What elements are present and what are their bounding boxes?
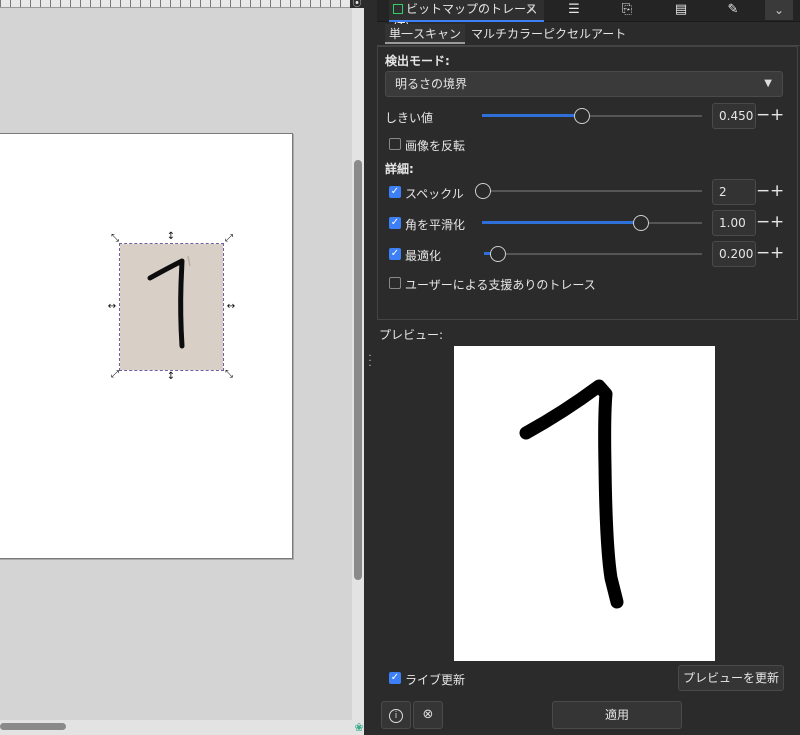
align-distribute-icon[interactable]: ☰ xyxy=(566,2,582,18)
reset-button[interactable]: ⊗ xyxy=(413,701,443,729)
smooth-corners-slider[interactable] xyxy=(482,215,702,231)
threshold-label: しきい値 xyxy=(385,111,434,125)
live-update-label: ライブ更新 xyxy=(405,673,466,687)
dock-tab-bar: ビットマップのトレース(T) × ☰ ⎘ ▤ ✎ ⌄ xyxy=(377,0,800,34)
resize-handle-bottom-right[interactable]: ⤡ xyxy=(224,370,234,380)
selected-bitmap-image[interactable] xyxy=(119,243,224,371)
tab-single-scan[interactable]: 単一スキャン xyxy=(385,24,466,44)
info-icon: i xyxy=(389,708,403,723)
slider-knob[interactable] xyxy=(633,215,649,231)
reset-icon: ⊗ xyxy=(422,706,434,722)
xml-editor-icon[interactable]: ✎ xyxy=(725,2,741,18)
details-heading: 詳細: xyxy=(385,162,414,176)
optimize-spinbox: 0.200 − + xyxy=(712,241,784,267)
canvas-area[interactable]: ⤡ ↕ ⤢ ↔ ↔ ⤢ ↕ ⤡ xyxy=(0,0,352,735)
threshold-value[interactable]: 0.450 xyxy=(712,103,756,129)
smooth-corners-value[interactable]: 1.00 xyxy=(712,210,756,236)
optimize-value[interactable]: 0.200 xyxy=(712,241,756,267)
close-icon[interactable]: × xyxy=(527,0,536,18)
invert-label: 画像を反転 xyxy=(405,139,466,153)
increment-icon[interactable]: + xyxy=(770,243,784,263)
zoom-corner-icon[interactable]: ⦿ xyxy=(350,0,364,9)
top-ruler xyxy=(0,0,352,8)
live-update-checkbox[interactable]: ✓ xyxy=(389,672,401,684)
trace-bitmap-icon xyxy=(393,4,403,14)
apply-button[interactable]: 適用 xyxy=(552,701,682,729)
resize-handle-bottom-left[interactable]: ⤢ xyxy=(110,370,120,380)
resize-handle-top-right[interactable]: ⤢ xyxy=(224,234,234,244)
optimize-label: 最適化 xyxy=(405,249,442,263)
traced-one-shape xyxy=(519,379,624,609)
divider-grip-icon[interactable]: · · · xyxy=(366,352,374,372)
slider-fill xyxy=(482,114,582,117)
smooth-corners-spinbox: 1.00 − + xyxy=(712,210,784,236)
speckles-value[interactable]: 2 xyxy=(712,179,756,205)
increment-icon[interactable]: + xyxy=(770,105,784,125)
tab-pixel-art[interactable]: ピクセルアート xyxy=(539,24,630,44)
object-properties-icon[interactable]: ▤ xyxy=(673,2,689,18)
decrement-icon[interactable]: − xyxy=(756,105,770,125)
trace-preview-image xyxy=(454,346,715,661)
decrement-icon[interactable]: − xyxy=(756,243,770,263)
vertical-scrollbar-thumb[interactable] xyxy=(354,160,362,580)
detection-mode-value: 明るさの境界 xyxy=(395,77,468,91)
smooth-corners-checkbox[interactable]: ✓ xyxy=(389,217,401,229)
speckles-label: スペックル xyxy=(405,187,464,201)
trace-bitmap-panel: ビットマップのトレース(T) × ☰ ⎘ ▤ ✎ ⌄ 単一スキャン マルチカラー… xyxy=(377,0,800,735)
resize-handle-bottom[interactable]: ↕ xyxy=(166,372,176,382)
assisted-trace-label: ユーザーによる支援ありのトレース xyxy=(405,278,596,292)
handwritten-one-image xyxy=(147,255,191,349)
resize-handle-left[interactable]: ↔ xyxy=(107,302,117,312)
document-properties-icon[interactable]: ⎘ xyxy=(619,2,635,18)
increment-icon[interactable]: + xyxy=(770,212,784,232)
resize-handle-top-left[interactable]: ⤡ xyxy=(110,234,120,244)
resize-handle-right[interactable]: ↔ xyxy=(226,302,236,312)
slider-track xyxy=(475,190,702,192)
smooth-corners-label: 角を平滑化 xyxy=(405,218,466,232)
slider-knob[interactable] xyxy=(574,108,590,124)
invert-checkbox[interactable] xyxy=(389,138,401,150)
slider-knob[interactable] xyxy=(475,183,491,199)
slider-track xyxy=(484,253,702,255)
info-button[interactable]: i xyxy=(381,701,411,729)
threshold-spinbox: 0.450 − + xyxy=(712,103,784,129)
speckles-checkbox[interactable]: ✓ xyxy=(389,186,401,198)
dropdown-arrow-icon: ▼ xyxy=(764,78,772,89)
optimize-checkbox[interactable]: ✓ xyxy=(389,248,401,260)
slider-fill xyxy=(482,221,641,224)
optimize-slider[interactable] xyxy=(484,246,702,262)
tab-trace-bitmap[interactable]: ビットマップのトレース(T) × xyxy=(389,0,544,34)
detection-mode-select[interactable]: 明るさの境界 ▼ xyxy=(385,71,783,97)
decrement-icon[interactable]: − xyxy=(756,181,770,201)
decrement-icon[interactable]: − xyxy=(756,212,770,232)
speckles-spinbox: 2 − + xyxy=(712,179,784,205)
preview-label: プレビュー: xyxy=(379,328,444,342)
resize-handle-top[interactable]: ↕ xyxy=(166,232,176,242)
threshold-slider[interactable] xyxy=(482,108,702,124)
speckles-slider[interactable] xyxy=(475,183,702,199)
detection-mode-heading: 検出モード: xyxy=(385,54,450,68)
increment-icon[interactable]: + xyxy=(770,181,784,201)
tab-multicolor[interactable]: マルチカラー xyxy=(467,24,547,44)
slider-knob[interactable] xyxy=(490,246,506,262)
update-preview-button[interactable]: プレビューを更新 xyxy=(678,665,784,691)
chevron-down-icon[interactable]: ⌄ xyxy=(765,0,793,20)
horizontal-scrollbar-thumb[interactable] xyxy=(0,723,66,730)
assisted-trace-checkbox[interactable] xyxy=(389,277,401,289)
